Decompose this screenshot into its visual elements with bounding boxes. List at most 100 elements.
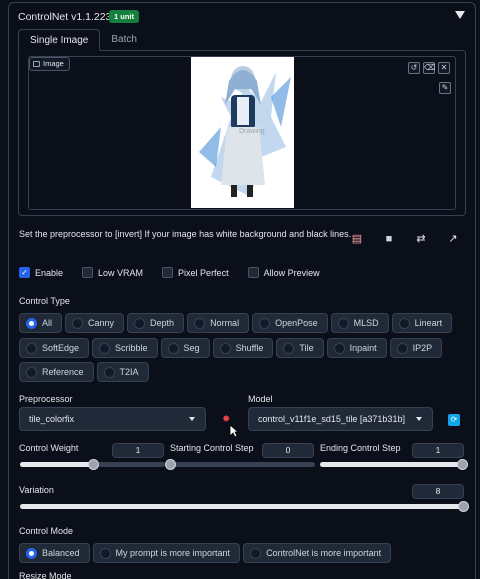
- control-weight-label: Control Weight: [19, 443, 79, 453]
- radio-dot[interactable]: [259, 317, 271, 329]
- radio-dot[interactable]: [219, 342, 231, 354]
- control-type-depth[interactable]: Depth: [127, 313, 185, 333]
- preprocessor-dropdown[interactable]: tile_colorfix: [19, 407, 206, 431]
- radio-dot[interactable]: [72, 317, 84, 329]
- control-type-label: Control Type: [19, 296, 70, 306]
- image-label-text: Image: [43, 59, 64, 68]
- checkbox-box[interactable]: [247, 267, 259, 278]
- close-icon[interactable]: ✕: [438, 62, 450, 74]
- checkbox-label: Pixel Perfect: [178, 267, 229, 278]
- control-type-seg[interactable]: Seg: [160, 338, 210, 358]
- radio-dot[interactable]: [398, 317, 410, 329]
- checkbox-box[interactable]: [162, 267, 174, 278]
- camera-icon[interactable]: ■: [382, 232, 396, 246]
- control-type-mlsd[interactable]: MLSD: [330, 313, 389, 333]
- slider-handle[interactable]: [458, 501, 469, 512]
- control-type-normal[interactable]: Normal: [187, 313, 250, 333]
- radio-dot[interactable]: [333, 342, 345, 354]
- refresh-models-icon[interactable]: ⟳: [448, 414, 460, 426]
- tab-batch[interactable]: Batch: [100, 29, 148, 51]
- checkbox-label: Allow Preview: [263, 267, 320, 278]
- radio-label: Tile: [299, 343, 314, 353]
- slider-handle[interactable]: [457, 459, 468, 470]
- radio-dot[interactable]: [134, 317, 146, 329]
- radio-dot[interactable]: [250, 547, 262, 559]
- radio-dot[interactable]: [103, 366, 115, 378]
- control-type-reference[interactable]: Reference: [19, 362, 94, 382]
- radio-dot[interactable]: [194, 317, 206, 329]
- radio-label: Seg: [183, 343, 200, 353]
- radio-label: Balanced: [42, 548, 80, 558]
- control-weight-slider[interactable]: [20, 459, 165, 470]
- control-type-inpaint[interactable]: Inpaint: [326, 338, 387, 358]
- control-mode-controlnet-is-more-important[interactable]: ControlNet is more important: [243, 543, 392, 563]
- control-mode-my-prompt-is-more-important[interactable]: My prompt is more important: [92, 543, 241, 563]
- uploaded-image: Drawing: [191, 57, 294, 208]
- control-type-all[interactable]: All: [19, 313, 63, 333]
- control-type-scribble[interactable]: Scribble: [92, 338, 158, 358]
- control-type-row-1: All Canny Depth Normal OpenPose MLSD Lineart: [19, 313, 453, 333]
- radio-dot[interactable]: [396, 342, 408, 354]
- control-mode-label: Control Mode: [19, 526, 74, 536]
- panel-title[interactable]: ControlNet v1.1.223: [18, 11, 111, 23]
- mouse-cursor-icon: [229, 424, 239, 438]
- control-type-softedge[interactable]: SoftEdge: [19, 338, 90, 358]
- model-label: Model: [248, 394, 273, 404]
- radio-dot[interactable]: [99, 342, 111, 354]
- ending-step-slider[interactable]: [320, 459, 468, 470]
- variation-input[interactable]: 8: [412, 484, 464, 499]
- slider-handle[interactable]: [87, 459, 99, 470]
- control-mode-balanced[interactable]: Balanced: [19, 543, 90, 563]
- radio-dot[interactable]: [167, 342, 179, 354]
- radio-label: Inpaint: [349, 343, 377, 353]
- ending-step-label: Ending Control Step: [320, 443, 401, 453]
- slider-handle[interactable]: [165, 459, 176, 470]
- radio-label: IP2P: [412, 343, 433, 353]
- erase-icon[interactable]: ⌫: [423, 62, 435, 74]
- tab-bar: Single Image Batch: [18, 29, 148, 51]
- starting-step-input[interactable]: 0: [262, 443, 314, 458]
- enable-checkbox[interactable]: ✓ Enable: [19, 267, 63, 278]
- send-dimensions-icon[interactable]: ↗: [446, 232, 460, 246]
- control-weight-input[interactable]: 1: [112, 443, 164, 458]
- brush-icon[interactable]: ✎: [439, 82, 451, 94]
- control-type-tile[interactable]: Tile: [276, 338, 324, 358]
- ending-step-input[interactable]: 1: [412, 443, 464, 458]
- radio-dot[interactable]: [283, 342, 295, 354]
- model-dropdown[interactable]: control_v11f1e_sd15_tile [a371b31b]: [248, 407, 433, 431]
- radio-dot[interactable]: [26, 547, 37, 559]
- control-type-shuffle[interactable]: Shuffle: [212, 338, 274, 358]
- new-canvas-icon[interactable]: ▤: [350, 232, 364, 246]
- options-row: ✓ Enable Low VRAM Pixel Perfect Allow Pr…: [19, 267, 339, 278]
- control-type-canny[interactable]: Canny: [65, 313, 125, 333]
- variation-slider[interactable]: [20, 501, 469, 512]
- radio-dot[interactable]: [337, 317, 349, 329]
- radio-dot[interactable]: [26, 342, 37, 354]
- collapse-icon[interactable]: [455, 11, 465, 19]
- control-type-lineart[interactable]: Lineart: [391, 313, 453, 333]
- radio-label: Normal: [210, 318, 240, 328]
- checkbox-box[interactable]: [82, 267, 94, 278]
- checkbox-label: Low VRAM: [98, 267, 144, 278]
- chevron-down-icon: [189, 417, 195, 421]
- radio-label: Canny: [88, 318, 115, 328]
- preprocessor-value: tile_colorfix: [29, 414, 75, 424]
- pixel-perfect-checkbox[interactable]: Pixel Perfect: [162, 267, 229, 278]
- control-type-t2ia[interactable]: T2IA: [96, 362, 149, 382]
- tab-single-image[interactable]: Single Image: [18, 29, 101, 51]
- radio-dot[interactable]: [26, 366, 37, 378]
- checkbox-box[interactable]: ✓: [19, 267, 30, 278]
- radio-dot[interactable]: [99, 547, 111, 559]
- starting-step-slider[interactable]: [165, 459, 315, 470]
- image-toolbar: ↺ ⌫ ✕: [408, 62, 450, 74]
- unit-count-badge: 1 unit: [109, 10, 139, 23]
- swap-icon[interactable]: ⇄: [414, 232, 428, 246]
- image-label: Image: [29, 57, 70, 71]
- low-vram-checkbox[interactable]: Low VRAM: [82, 267, 143, 278]
- control-type-openpose[interactable]: OpenPose: [252, 313, 328, 333]
- control-type-ip2p[interactable]: IP2P: [389, 338, 443, 358]
- undo-icon[interactable]: ↺: [408, 62, 420, 74]
- radio-label: Depth: [150, 318, 175, 328]
- radio-dot[interactable]: [26, 317, 37, 329]
- allow-preview-checkbox[interactable]: Allow Preview: [247, 267, 320, 278]
